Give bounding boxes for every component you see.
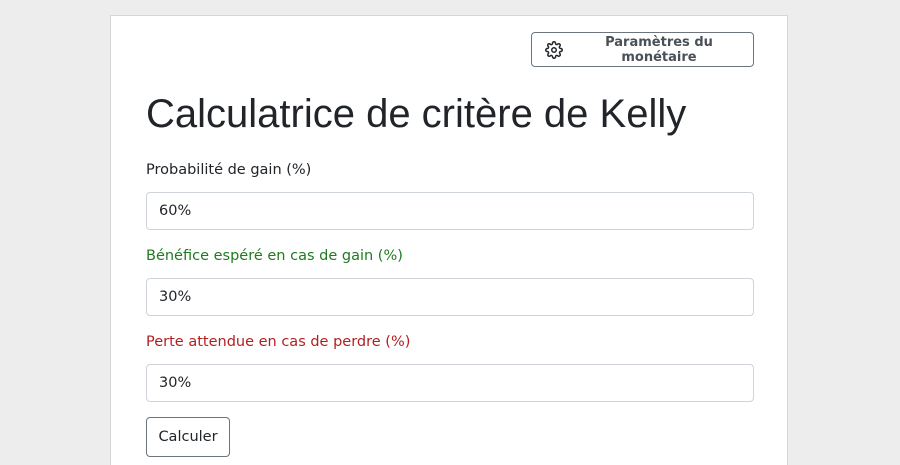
calculate-button[interactable]: Calculer bbox=[146, 417, 230, 457]
expected-loss-input[interactable] bbox=[146, 364, 754, 402]
expected-loss-label: Perte attendue en cas de perdre (%) bbox=[146, 334, 411, 350]
gear-icon bbox=[545, 40, 563, 59]
page-title: Calculatrice de critère de Kelly bbox=[146, 92, 687, 136]
currency-settings-button[interactable]: Paramètres du monétaire bbox=[531, 32, 754, 67]
expected-gain-label: Bénéfice espéré en cas de gain (%) bbox=[146, 248, 403, 264]
expected-gain-input[interactable] bbox=[146, 278, 754, 316]
win-probability-label: Probabilité de gain (%) bbox=[146, 162, 312, 178]
win-probability-input[interactable] bbox=[146, 192, 754, 230]
calculator-card: Paramètres du monétaire Calculatrice de … bbox=[110, 15, 788, 465]
currency-settings-label: Paramètres du monétaire bbox=[605, 34, 713, 65]
